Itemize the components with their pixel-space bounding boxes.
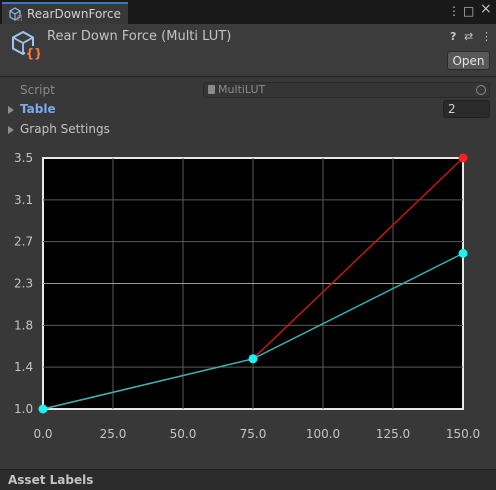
inspector-header: {} Rear Down Force (Multi LUT) ? ⇄ ⋮ Ope…	[0, 24, 496, 76]
x-tick-label: 50.0	[170, 427, 197, 441]
x-tick-label: 75.0	[240, 427, 267, 441]
x-tick-label: 100.0	[306, 427, 340, 441]
y-tick-label: 3.1	[14, 193, 33, 207]
lut-graph[interactable]: 0.0 25.0 50.0 75.0 100.0 125.0 150.0 1.0 1.4 1.8 2…	[0, 140, 496, 452]
script-value: MultiLUT	[218, 83, 266, 96]
graph-settings-label[interactable]: Graph Settings	[20, 122, 110, 136]
open-button[interactable]: Open	[447, 51, 490, 70]
script-file-icon	[208, 85, 215, 94]
graph-settings-foldout-arrow-icon[interactable]	[8, 126, 14, 134]
y-tick-label: 2.3	[14, 277, 33, 291]
x-tick-label: 0.0	[33, 427, 52, 441]
inspector-window: {} RearDownForce ⋮ □ × {} Rear Down Forc…	[0, 0, 496, 490]
presets-icon[interactable]: ⇄	[464, 30, 473, 43]
data-point	[248, 354, 258, 364]
window-menu-icon[interactable]: ⋮	[448, 4, 460, 18]
y-tick-label: 3.5	[14, 151, 33, 165]
y-tick-label: 1.8	[14, 318, 33, 332]
component-title: Rear Down Force (Multi LUT)	[47, 29, 232, 44]
maximize-icon[interactable]: □	[463, 4, 474, 18]
y-tick-label: 1.4	[14, 360, 33, 374]
object-picker-icon[interactable]	[476, 85, 486, 95]
data-point	[458, 248, 468, 258]
y-tick-label: 2.7	[14, 235, 33, 249]
tab-bar: {} RearDownForce ⋮ □ ×	[0, 0, 496, 25]
scriptable-object-large-icon: {}	[12, 30, 41, 61]
table-foldout-arrow-icon[interactable]	[8, 106, 14, 114]
asset-labels-bar: Asset Labels	[0, 469, 496, 490]
data-point	[458, 153, 468, 163]
svg-text:{}: {}	[26, 47, 41, 61]
table-label[interactable]: Table	[20, 102, 56, 116]
data-point	[38, 404, 48, 414]
scriptable-object-icon: {}	[9, 7, 22, 21]
script-field[interactable]: MultiLUT	[203, 82, 490, 98]
x-tick-label: 25.0	[100, 427, 127, 441]
help-icon[interactable]: ?	[450, 30, 456, 43]
close-icon[interactable]: ×	[480, 2, 492, 16]
table-count-field[interactable]: 2	[443, 100, 490, 118]
script-label: Script	[20, 83, 55, 97]
svg-text:{}: {}	[16, 15, 22, 21]
tab-reardownforce[interactable]: {} RearDownForce	[2, 2, 128, 24]
asset-labels-label[interactable]: Asset Labels	[8, 473, 93, 487]
x-tick-label: 150.0	[446, 427, 480, 441]
x-tick-label: 125.0	[376, 427, 410, 441]
header-divider	[0, 76, 496, 77]
tab-title: RearDownForce	[27, 7, 121, 21]
y-tick-label: 1.0	[14, 402, 33, 416]
component-menu-icon[interactable]: ⋮	[481, 30, 492, 43]
